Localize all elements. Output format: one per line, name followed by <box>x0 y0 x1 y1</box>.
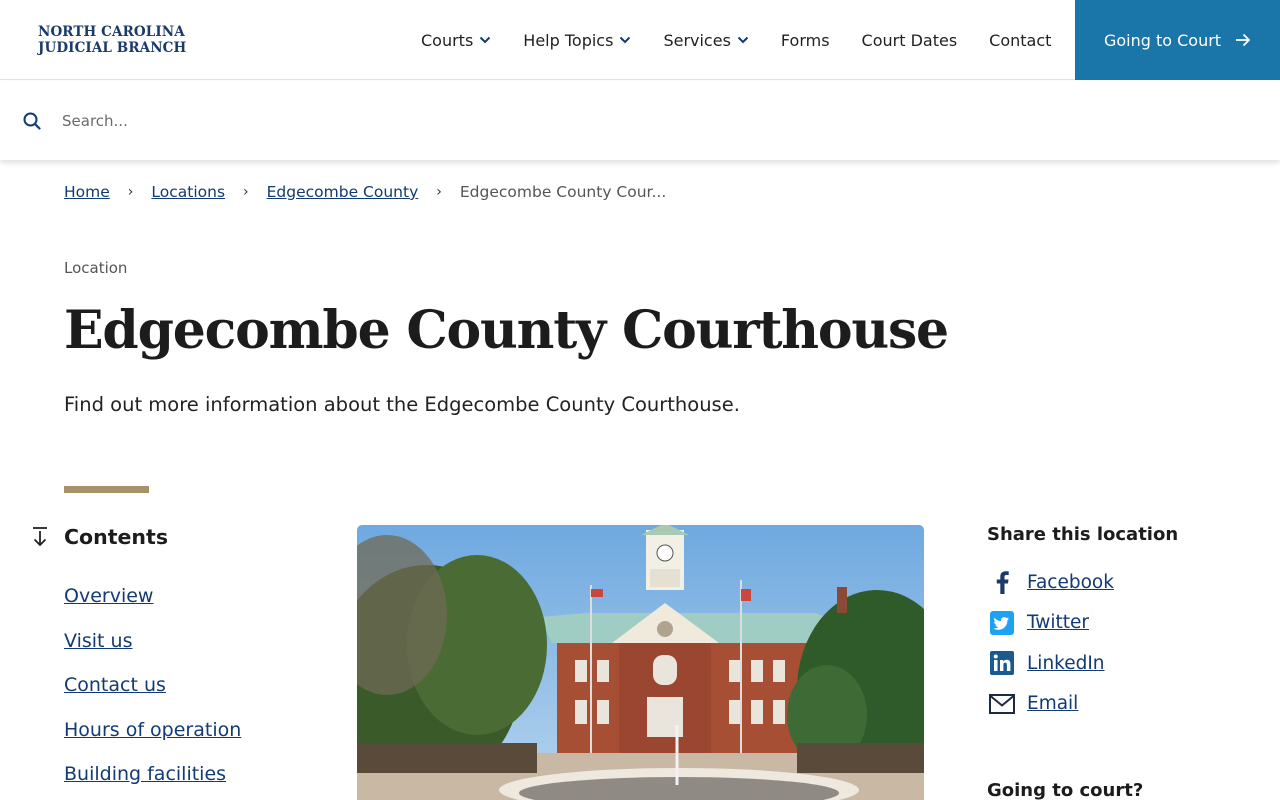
share-label: Facebook <box>1027 571 1114 593</box>
site-header: NORTH CAROLINA JUDICIAL BRANCH Courts He… <box>0 0 1280 80</box>
share-label: Email <box>1027 693 1079 714</box>
nav-label: Contact <box>989 30 1052 50</box>
main-nav: Courts Help Topics Services Forms Court … <box>421 0 1051 80</box>
nav-contact[interactable]: Contact <box>989 31 1051 50</box>
logo-line-1: NORTH CAROLINA <box>38 24 185 40</box>
search-input[interactable] <box>62 105 1212 137</box>
share-facebook[interactable]: Facebook <box>989 568 1114 596</box>
share-email[interactable]: Email <box>989 690 1114 718</box>
page-title: Edgecombe County Courthouse <box>64 300 949 361</box>
breadcrumb-edgecombe-county[interactable]: Edgecombe County <box>267 183 419 201</box>
chevron-right-icon: › <box>436 184 442 200</box>
toc-visit-us[interactable]: Visit us <box>64 630 241 655</box>
share-label: Twitter <box>1027 612 1090 633</box>
nav-courts[interactable]: Courts <box>421 31 491 50</box>
email-icon <box>989 691 1015 717</box>
arrow-right-icon <box>1235 33 1251 47</box>
breadcrumb-home[interactable]: Home <box>64 183 110 201</box>
logo-line-2: JUDICIAL BRANCH <box>38 40 187 56</box>
chevron-down-icon <box>619 36 631 44</box>
nav-label: Forms <box>780 30 830 50</box>
page-eyebrow: Location <box>64 259 128 277</box>
page-subtitle: Find out more information about the Edge… <box>64 393 740 416</box>
toc-contact-us[interactable]: Contact us <box>64 674 241 699</box>
chevron-right-icon: › <box>243 184 249 200</box>
toc-hours-of-operation[interactable]: Hours of operation <box>64 719 241 744</box>
share-linkedin[interactable]: LinkedIn <box>989 649 1114 677</box>
nav-services[interactable]: Services <box>663 30 749 50</box>
courthouse-photo <box>357 525 924 800</box>
facebook-icon <box>989 569 1015 595</box>
arrow-down-icon <box>30 526 50 548</box>
going-to-court-button[interactable]: Going to Court <box>1075 0 1280 80</box>
nav-label: Services <box>663 30 731 50</box>
toc-overview[interactable]: Overview <box>64 585 241 610</box>
share-label: LinkedIn <box>1027 652 1105 674</box>
breadcrumb-current: Edgecombe County Cour... <box>459 183 667 201</box>
twitter-icon <box>989 610 1015 636</box>
table-of-contents: Overview Visit us Contact us Hours of op… <box>64 585 241 800</box>
search-icon[interactable] <box>23 112 41 134</box>
share-links: Facebook Twitter LinkedIn Email <box>989 568 1114 730</box>
breadcrumb-locations[interactable]: Locations <box>151 183 225 201</box>
chevron-down-icon <box>479 36 491 44</box>
toc-building-facilities[interactable]: Building facilities <box>64 763 241 788</box>
nav-label: Court Dates <box>861 30 958 50</box>
nav-court-dates[interactable]: Court Dates <box>862 31 958 50</box>
nav-forms[interactable]: Forms <box>781 31 830 50</box>
search-bar <box>0 81 1280 160</box>
nav-help-topics[interactable]: Help Topics <box>523 31 631 50</box>
chevron-down-icon <box>737 36 749 44</box>
linkedin-icon <box>989 650 1015 676</box>
contents-heading[interactable]: Contents <box>30 525 168 549</box>
chevron-right-icon: › <box>127 184 134 200</box>
breadcrumb: Home › Locations › Edgecombe County › Ed… <box>64 183 666 201</box>
share-heading: Share this location <box>987 524 1179 545</box>
share-twitter[interactable]: Twitter <box>989 609 1114 637</box>
going-to-court-heading: Going to court? <box>987 780 1144 800</box>
nav-label: Courts <box>421 30 474 50</box>
cta-label: Going to Court <box>1103 30 1222 50</box>
contents-label: Contents <box>64 525 169 549</box>
site-logo[interactable]: NORTH CAROLINA JUDICIAL BRANCH <box>38 24 186 56</box>
nav-label: Help Topics <box>523 30 614 50</box>
accent-divider <box>64 486 149 493</box>
